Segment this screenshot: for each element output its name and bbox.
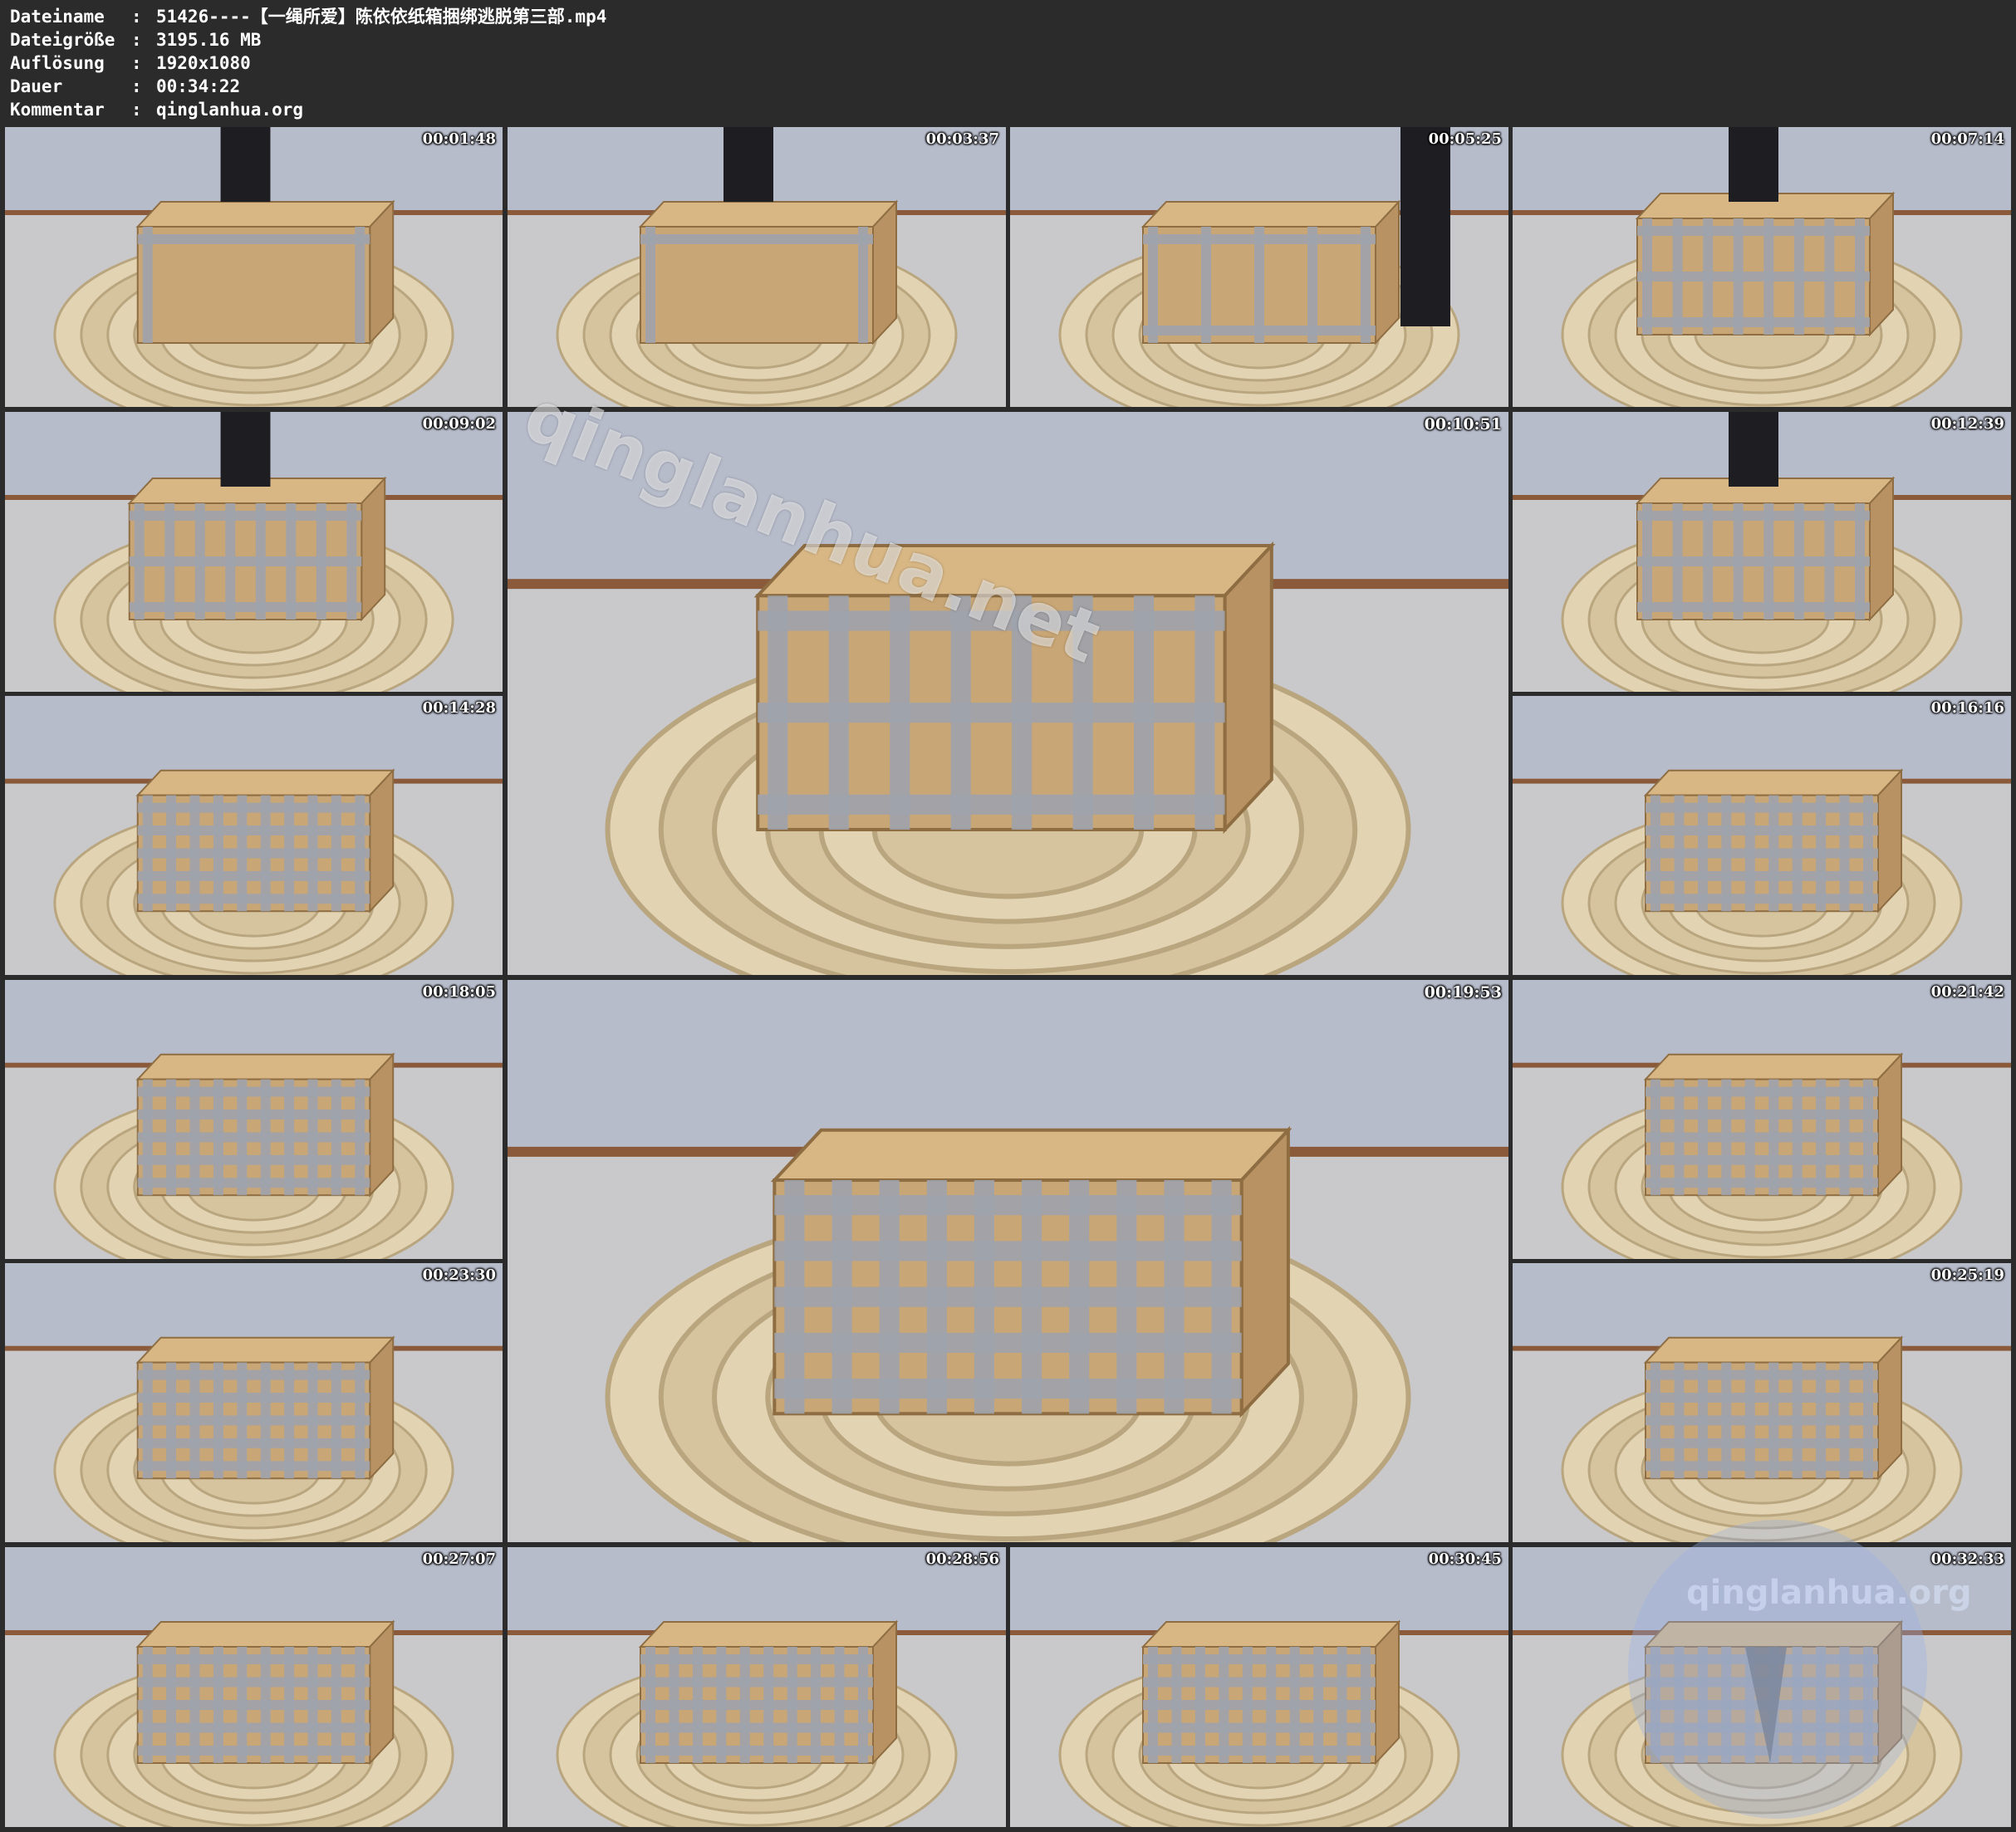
scene-image [1010, 1547, 1508, 1827]
person [724, 127, 773, 202]
cardboard-box [770, 1125, 1292, 1418]
timestamp: 00:18:05 [422, 983, 496, 1001]
cardboard-box [127, 476, 387, 622]
file-info: Dateiname:51426----【一绳所爱】陈依依纸箱捆绑逃脱第三部.mp… [10, 5, 606, 121]
thumbnail[interactable]: 00:19:53 [508, 980, 1508, 1542]
timestamp: 00:05:25 [1428, 130, 1502, 148]
timestamp: 00:21:42 [1930, 983, 2004, 1001]
thumbnail[interactable]: 00:16:16 [1513, 696, 2011, 975]
scene-image [5, 127, 503, 407]
cardboard-box [753, 541, 1276, 835]
timestamp: 00:10:51 [1424, 415, 1502, 434]
person [1400, 127, 1450, 326]
timestamp: 00:32:33 [1930, 1550, 2004, 1568]
scene-image [5, 980, 503, 1259]
timestamp: 00:03:37 [925, 130, 999, 148]
thumbnail[interactable]: 00:25:19 [1513, 1263, 2011, 1542]
cardboard-box [1643, 768, 1904, 914]
cardboard-box [1140, 199, 1401, 345]
scene-image [5, 696, 503, 975]
person [220, 127, 271, 202]
thumbnail[interactable]: 00:30:45 [1010, 1547, 1508, 1827]
watermark-logo-circle [1628, 1520, 1927, 1819]
cardboard-box [1140, 1619, 1401, 1766]
info-row-filename: Dateiname:51426----【一绳所爱】陈依依纸箱捆绑逃脱第三部.mp… [10, 7, 607, 27]
cardboard-box [135, 1619, 395, 1766]
timestamp: 00:14:28 [422, 699, 496, 717]
timestamp: 00:28:56 [925, 1550, 999, 1568]
timestamp: 00:07:14 [1930, 130, 2004, 148]
person [1729, 127, 1778, 202]
thumbnail[interactable]: 00:03:37 [508, 127, 1006, 407]
info-row-filesize: Dateigröße:3195.16 MB [10, 30, 262, 50]
thumbnail[interactable]: 00:09:02 [5, 412, 503, 692]
info-row-comment: Kommentar: qinglanhua.org [10, 100, 304, 120]
info-row-resolution: Auflösung:1920x1080 [10, 53, 251, 73]
cardboard-box [1635, 191, 1896, 337]
thumbnail[interactable]: 00:14:28 [5, 696, 503, 975]
cardboard-box [135, 768, 395, 914]
scene-image [508, 980, 1508, 1542]
timestamp: 00:09:02 [422, 415, 496, 433]
scene-image [508, 412, 1508, 975]
timestamp: 00:12:39 [1930, 415, 2004, 433]
thumbnail[interactable]: 00:05:25 [1010, 127, 1508, 407]
timestamp: 00:25:19 [1930, 1266, 2004, 1284]
cardboard-box [135, 199, 395, 345]
timestamp: 00:27:07 [422, 1550, 496, 1568]
scene-image [1513, 980, 2011, 1259]
scene-image [1513, 412, 2011, 692]
timestamp: 00:23:30 [422, 1266, 496, 1284]
thumbnail[interactable]: 00:21:42 [1513, 980, 2011, 1259]
thumbnail[interactable]: 00:18:05 [5, 980, 503, 1259]
timestamp: 00:30:45 [1428, 1550, 1502, 1568]
scene-image [1010, 127, 1508, 407]
thumbnail[interactable]: 00:23:30 [5, 1263, 503, 1542]
thumbnail[interactable]: 00:12:39 [1513, 412, 2011, 692]
scene-image [1513, 127, 2011, 407]
scene-image [5, 1547, 503, 1827]
cardboard-box [638, 1619, 899, 1766]
thumbnail[interactable]: 00:28:56 [508, 1547, 1006, 1827]
thumbnail[interactable]: 00:10:51 [508, 412, 1508, 975]
scene-image [508, 127, 1006, 407]
cardboard-box [135, 1052, 395, 1198]
timestamp: 00:01:48 [422, 130, 496, 148]
thumbnail[interactable]: 00:07:14 [1513, 127, 2011, 407]
cardboard-box [1643, 1335, 1904, 1481]
info-row-duration: Dauer:00:34:22 [10, 76, 241, 96]
timestamp: 00:16:16 [1930, 699, 2004, 717]
cardboard-box [638, 199, 899, 345]
thumbnail[interactable]: 00:27:07 [5, 1547, 503, 1827]
person [220, 412, 271, 487]
scene-image [508, 1547, 1006, 1827]
scene-image [5, 412, 503, 692]
cardboard-box [135, 1335, 395, 1481]
person [1729, 412, 1778, 487]
cardboard-box [1643, 1052, 1904, 1198]
timestamp: 00:19:53 [1424, 983, 1502, 1002]
scene-image [1513, 1263, 2011, 1542]
scene-image [1513, 696, 2011, 975]
thumbnail[interactable]: 00:01:48 [5, 127, 503, 407]
cardboard-box [1635, 476, 1896, 622]
scene-image [5, 1263, 503, 1542]
